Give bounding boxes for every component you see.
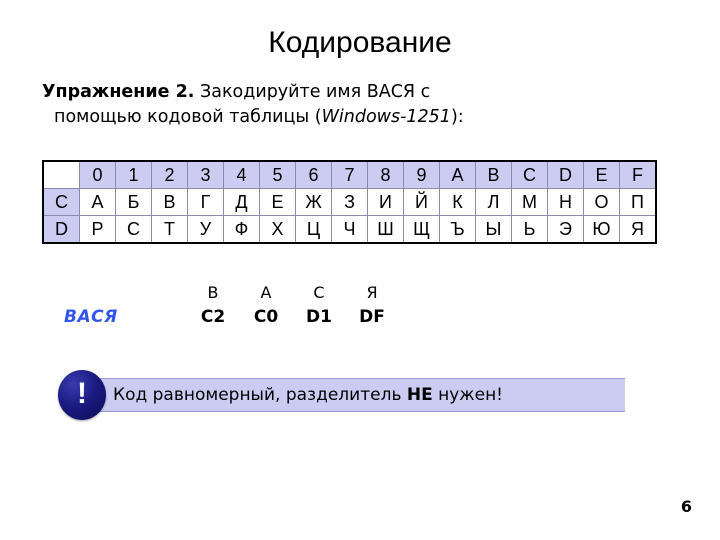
callout-emphasis: НЕ [406,385,433,405]
column-header-10: A [439,160,476,189]
cell-C0: А [79,188,116,216]
cell-D6: Ц [295,215,332,244]
column-header-0: 0 [79,160,116,189]
cell-C2: В [151,188,188,216]
column-header-14: E [583,160,620,189]
cell-C9: Й [403,188,440,216]
cell-CB: Л [475,188,512,216]
cell-CC: М [511,188,548,216]
table-header-row: 0 1 2 3 4 5 6 7 8 9 A B C D E F [42,160,657,189]
column-header-15: F [619,160,657,189]
column-header-1: 1 [115,160,152,189]
table-row: C А Б В Г Д Е Ж З И Й К Л М Н О П [42,188,657,216]
callout-text-suffix: нужен! [432,385,504,405]
column-header-13: D [547,160,584,189]
cell-C5: Е [259,188,296,216]
exclamation-glyph: ! [77,377,87,410]
cell-CE: О [583,188,620,216]
row-header-C: C [42,188,80,216]
callout-text: Код равномерный, разделитель НЕ нужен! [113,379,503,413]
exercise-text-suffix: ): [450,107,464,127]
row-header-D: D [42,215,80,244]
cell-DE: Ю [583,215,620,244]
answer-code-3: DF [359,307,385,327]
answer-letter-2: С [313,283,325,302]
answer-code-2: D1 [306,307,332,327]
cell-DB: Ы [475,215,512,244]
cell-C4: Д [223,188,260,216]
column-header-3: 3 [187,160,224,189]
column-header-5: 5 [259,160,296,189]
column-header-2: 2 [151,160,188,189]
cell-CD: Н [547,188,584,216]
answer-letter-1: А [260,283,272,302]
answer-letter-3: Я [366,283,378,302]
exercise-label: Упражнение 2. [42,82,195,102]
cell-D5: Х [259,215,296,244]
cell-DA: Ъ [439,215,476,244]
column-header-6: 6 [295,160,332,189]
answer-area: ВАСЯ В C2 А C0 С D1 Я DF [42,281,442,343]
cell-CA: К [439,188,476,216]
cell-C1: Б [115,188,152,216]
exercise-statement: Упражнение 2. Закодируйте имя ВАСЯ с пом… [42,80,512,130]
cell-CF: П [619,188,657,216]
page-title: Кодирование [268,26,452,59]
cell-D4: Ф [223,215,260,244]
answer-letter-0: В [207,283,219,302]
callout-text-prefix: Код равномерный, разделитель [113,385,407,405]
cell-DD: Э [547,215,584,244]
cell-D3: У [187,215,224,244]
code-table: 0 1 2 3 4 5 6 7 8 9 A B C D E F C А Б В … [42,160,657,244]
cell-C7: З [331,188,368,216]
charset-name: Windows-1251 [321,107,451,127]
cell-C3: Г [187,188,224,216]
column-header-4: 4 [223,160,260,189]
cell-D7: Ч [331,215,368,244]
cell-D8: Ш [367,215,404,244]
cell-D0: Р [79,215,116,244]
cell-DF: Я [619,215,657,244]
cell-DC: Ь [511,215,548,244]
page-number: 6 [680,497,692,516]
answer-column-3: Я DF [349,281,395,329]
column-header-12: C [511,160,548,189]
answer-word: ВАСЯ [64,307,118,327]
answer-code-0: C2 [200,307,226,327]
exclamation-icon: ! [58,370,106,420]
table-row: D Р С Т У Ф Х Ц Ч Ш Щ Ъ Ы Ь Э Ю Я [42,215,657,244]
exercise-text-line2: помощью кодовой таблицы (Windows-1251): [42,105,512,130]
exercise-text-line1: Закодируйте имя ВАСЯ с [194,82,431,102]
column-header-8: 8 [367,160,404,189]
answer-column-1: А C0 [243,281,289,329]
column-header-7: 7 [331,160,368,189]
answer-code-1: C0 [253,307,279,327]
cell-D2: Т [151,215,188,244]
callout-banner: Код равномерный, разделитель НЕ нужен! [95,378,625,412]
column-header-9: 9 [403,160,440,189]
cell-D9: Щ [403,215,440,244]
cell-C8: И [367,188,404,216]
answer-column-0: В C2 [190,281,236,329]
cell-C6: Ж [295,188,332,216]
answer-column-2: С D1 [296,281,342,329]
column-header-11: B [475,160,512,189]
cell-D1: С [115,215,152,244]
exercise-text-prefix: помощью кодовой таблицы ( [54,107,322,127]
table-corner-cell [42,160,80,189]
